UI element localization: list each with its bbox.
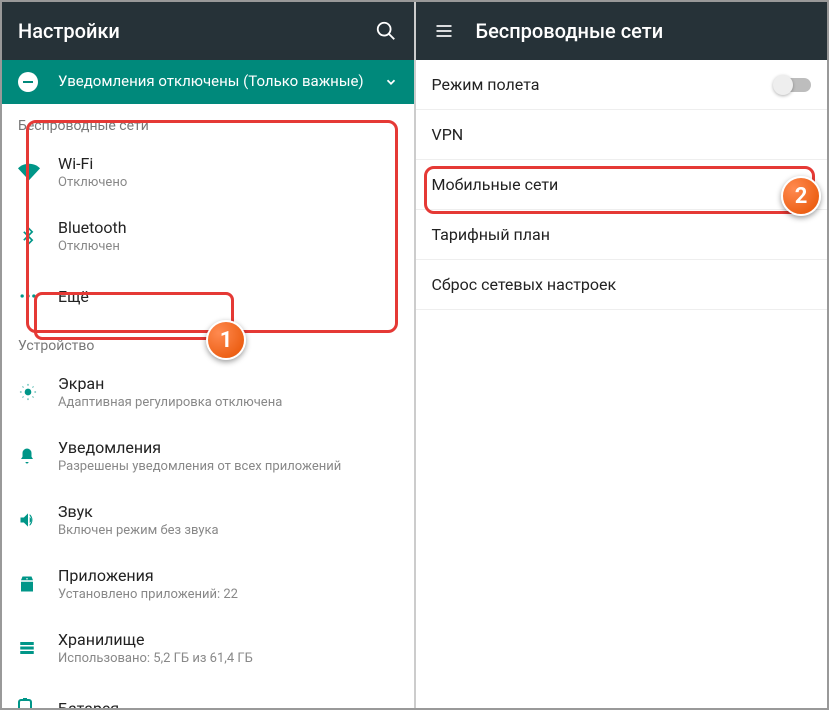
- section-wireless: Беспроводные сети: [2, 104, 414, 140]
- bluetooth-label: Bluetooth: [58, 218, 398, 237]
- apps-status: Установлено приложений: 22: [58, 587, 398, 602]
- airplane-label: Режим полета: [432, 75, 776, 94]
- search-icon[interactable]: [374, 19, 398, 43]
- vpn-label: VPN: [432, 125, 812, 144]
- sound-icon: [18, 510, 58, 530]
- airplane-switch[interactable]: [775, 78, 811, 92]
- row-wifi[interactable]: Wi-Fi Отключено: [2, 140, 414, 204]
- mobile-label: Мобильные сети: [432, 175, 812, 194]
- row-vpn[interactable]: VPN: [416, 110, 828, 160]
- wifi-label: Wi-Fi: [58, 154, 398, 173]
- row-display[interactable]: Экран Адаптивная регулировка отключена: [2, 360, 414, 424]
- reset-label: Сброс сетевых настроек: [432, 275, 812, 294]
- row-battery[interactable]: Батарея: [2, 680, 414, 708]
- apps-icon: [18, 575, 58, 593]
- sound-label: Звук: [58, 502, 398, 521]
- callout-badge-2: 2: [781, 176, 821, 216]
- bluetooth-icon: [18, 226, 58, 246]
- chevron-down-icon: [384, 75, 398, 89]
- more-label: Ещё: [58, 287, 398, 306]
- row-airplane[interactable]: Режим полета: [416, 60, 828, 110]
- notifications-disabled-banner[interactable]: Уведомления отключены (Только важные): [2, 60, 414, 104]
- row-mobile-networks[interactable]: Мобильные сети: [416, 160, 828, 210]
- minus-circle-icon: [18, 72, 38, 92]
- row-more[interactable]: Ещё: [2, 268, 414, 324]
- notifications-label: Уведомления: [58, 438, 398, 457]
- battery-icon: [18, 698, 58, 708]
- apps-label: Приложения: [58, 566, 398, 585]
- appbar-settings: Настройки: [2, 2, 414, 60]
- row-notifications[interactable]: Уведомления Разрешены уведомления от все…: [2, 424, 414, 488]
- callout-badge-1: 1: [206, 320, 246, 360]
- display-label: Экран: [58, 374, 398, 393]
- storage-icon: [18, 639, 58, 657]
- row-network-reset[interactable]: Сброс сетевых настроек: [416, 260, 828, 310]
- row-apps[interactable]: Приложения Установлено приложений: 22: [2, 552, 414, 616]
- sound-status: Включен режим без звука: [58, 523, 398, 538]
- row-bluetooth[interactable]: Bluetooth Отключен: [2, 204, 414, 268]
- display-status: Адаптивная регулировка отключена: [58, 395, 398, 410]
- wifi-status: Отключено: [58, 175, 398, 190]
- tariff-label: Тарифный план: [432, 225, 812, 244]
- notice-text: Уведомления отключены (Только важные): [58, 72, 376, 92]
- hamburger-icon[interactable]: [432, 19, 456, 43]
- storage-label: Хранилище: [58, 630, 398, 649]
- row-storage[interactable]: Хранилище Использовано: 5,2 ГБ из 61,4 Г…: [2, 616, 414, 680]
- more-icon: [18, 286, 58, 306]
- bluetooth-status: Отключен: [58, 239, 398, 254]
- row-tariff[interactable]: Тарифный план: [416, 210, 828, 260]
- row-sound[interactable]: Звук Включен режим без звука: [2, 488, 414, 552]
- bell-icon: [18, 447, 58, 465]
- battery-label: Батарея: [58, 699, 398, 709]
- appbar-title-right: Беспроводные сети: [476, 19, 812, 43]
- storage-status: Использовано: 5,2 ГБ из 61,4 ГБ: [58, 651, 398, 666]
- appbar-title: Настройки: [18, 19, 374, 43]
- wifi-icon: [18, 161, 58, 183]
- appbar-wireless: Беспроводные сети: [416, 2, 828, 60]
- display-icon: [18, 382, 58, 402]
- notifications-status: Разрешены уведомления от всех приложений: [58, 459, 398, 474]
